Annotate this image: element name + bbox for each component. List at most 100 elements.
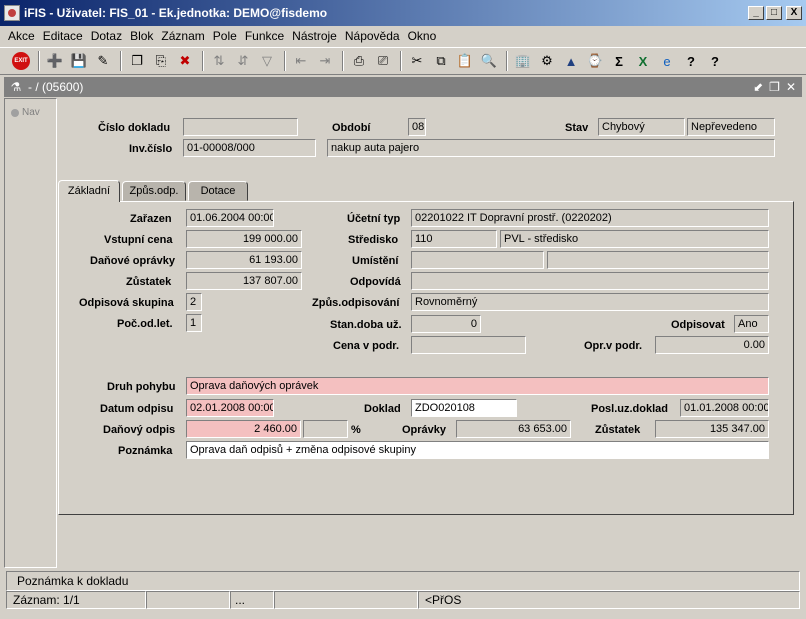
- tools-icon[interactable]: 🏢: [512, 50, 534, 72]
- nav-panel: Nav: [4, 98, 57, 568]
- settings-icon[interactable]: ⚙: [536, 50, 558, 72]
- form-icon: ⚗: [10, 80, 22, 94]
- tab-zpus-odp[interactable]: Způs.odp.: [122, 181, 186, 201]
- obdobi-field[interactable]: 08: [408, 118, 426, 136]
- tab-zakladni[interactable]: Základní: [58, 180, 120, 202]
- menu-zaznam[interactable]: Záznam: [157, 29, 208, 43]
- info-icon[interactable]: ?: [704, 50, 726, 72]
- prevod-stav-field[interactable]: Nepřevedeno: [687, 118, 775, 136]
- opr-v-podr-label: Opr.v podr.: [584, 340, 643, 352]
- druh-pohybu-field[interactable]: Oprava daňových oprávek: [186, 377, 769, 395]
- form-minimize-icon[interactable]: ⬋: [753, 80, 763, 94]
- toolbar-separator: [284, 51, 286, 71]
- copy-text-icon[interactable]: ⧉: [430, 50, 452, 72]
- poznamka-field[interactable]: Oprava daň odpisů + změna odpisové skupi…: [186, 441, 769, 459]
- duplicate-icon[interactable]: ❐: [126, 50, 148, 72]
- ucetni-typ-field[interactable]: 02201022 IT Dopravní prostř. (0220202): [411, 209, 769, 227]
- stav-field[interactable]: Chybový: [598, 118, 685, 136]
- stan-doba-field[interactable]: 0: [411, 315, 481, 333]
- procento-label: %: [351, 424, 361, 436]
- print-preview-icon[interactable]: ⎚: [372, 50, 394, 72]
- nav-dot-icon: [11, 108, 19, 117]
- doklad-field[interactable]: ZDO020108: [411, 399, 517, 417]
- umisteni-label: Umístění: [352, 255, 399, 267]
- danove-opravky-field[interactable]: 61 193.00: [186, 251, 302, 269]
- vstupni-cena-label: Vstupní cena: [104, 234, 173, 246]
- opr-v-podr-field[interactable]: 0.00: [655, 336, 769, 354]
- exit-icon: EXIT: [12, 52, 30, 70]
- umisteni-field-1[interactable]: [411, 251, 544, 269]
- maximize-button[interactable]: □: [766, 6, 782, 20]
- menu-akce[interactable]: Akce: [4, 29, 39, 43]
- procento-field[interactable]: [303, 420, 348, 438]
- stredisko-name-field[interactable]: PVL - středisko: [500, 230, 769, 248]
- triangle-icon[interactable]: ▲: [560, 50, 582, 72]
- help-icon[interactable]: ?: [680, 50, 702, 72]
- delete-record-icon[interactable]: ✖: [174, 50, 196, 72]
- cena-v-podr-field[interactable]: [411, 336, 526, 354]
- hint-bar: Poznámka k dokladu: [6, 571, 800, 591]
- movement-zustatek-label: Zůstatek: [595, 424, 641, 436]
- save-record-icon[interactable]: 💾: [68, 50, 90, 72]
- cut-icon[interactable]: ✂: [406, 50, 428, 72]
- datum-odpisu-field[interactable]: 02.01.2008 00:00: [186, 399, 274, 417]
- toolbar-separator: [400, 51, 402, 71]
- sum-icon[interactable]: Σ: [608, 50, 630, 72]
- cislo-dokladu-field[interactable]: [183, 118, 298, 136]
- umisteni-field-2[interactable]: [547, 251, 769, 269]
- odpovida-field[interactable]: [411, 272, 769, 290]
- menu-blok[interactable]: Blok: [126, 29, 157, 43]
- menu-napoveda[interactable]: Nápověda: [341, 29, 404, 43]
- inv-cislo-label: Inv.číslo: [129, 143, 173, 155]
- excel-icon[interactable]: X: [632, 50, 654, 72]
- danovy-odpis-field[interactable]: 2 460.00: [186, 420, 301, 438]
- sort-desc-icon[interactable]: ⇵: [232, 50, 254, 72]
- posl-uz-doklad-field[interactable]: 01.01.2008 00:00: [680, 399, 769, 417]
- copy-icon[interactable]: ⎘: [150, 50, 172, 72]
- posl-uz-doklad-label: Posl.uz.doklad: [591, 403, 669, 415]
- zustatek-field[interactable]: 137 807.00: [186, 272, 302, 290]
- movement-zustatek-field[interactable]: 135 347.00: [655, 420, 769, 438]
- form-title: - / (05600): [28, 80, 84, 94]
- datum-odpisu-label: Datum odpisu: [100, 403, 174, 415]
- exit-button[interactable]: EXIT: [10, 50, 32, 72]
- browser-icon[interactable]: e: [656, 50, 678, 72]
- minimize-button[interactable]: _: [748, 6, 764, 20]
- title-bar: iFIS - Uživatel: FIS_01 - Ek.jednotka: D…: [0, 0, 806, 26]
- form-close-icon[interactable]: ✕: [786, 80, 796, 94]
- next-icon[interactable]: ⇥: [314, 50, 336, 72]
- menu-okno[interactable]: Okno: [404, 29, 441, 43]
- poznamka-label: Poznámka: [118, 445, 173, 457]
- calculator-icon[interactable]: ⌚: [584, 50, 606, 72]
- zpus-odpisovani-field[interactable]: Rovnoměrný: [411, 293, 769, 311]
- tab-dotace[interactable]: Dotace: [188, 181, 248, 201]
- opravky-field[interactable]: 63 653.00: [456, 420, 571, 438]
- add-record-icon[interactable]: ➕: [44, 50, 66, 72]
- form-title-bar: ⚗ - / (05600) ⬋ ❐ ✕: [4, 77, 802, 97]
- menu-pole[interactable]: Pole: [209, 29, 241, 43]
- print-icon[interactable]: ⎙: [348, 50, 370, 72]
- clear-icon[interactable]: ✎: [92, 50, 114, 72]
- odpisova-skupina-field[interactable]: 2: [186, 293, 202, 311]
- inv-cislo-field[interactable]: 01-00008/000: [183, 139, 316, 157]
- menu-dotaz[interactable]: Dotaz: [87, 29, 126, 43]
- stredisko-code-field[interactable]: 110: [411, 230, 497, 248]
- nav-item[interactable]: Nav: [11, 107, 40, 118]
- vstupni-cena-field[interactable]: 199 000.00: [186, 230, 302, 248]
- poc-od-let-field[interactable]: 1: [186, 314, 202, 332]
- paste-icon[interactable]: 📋: [454, 50, 476, 72]
- record-counter: Záznam: 1/1: [6, 591, 146, 609]
- odpisovat-field[interactable]: Ano: [734, 315, 769, 333]
- menu-nastroje[interactable]: Nástroje: [288, 29, 341, 43]
- close-button[interactable]: X: [786, 6, 802, 20]
- zoom-icon[interactable]: 🔍: [478, 50, 500, 72]
- form-restore-icon[interactable]: ❐: [769, 80, 780, 94]
- inv-popis-field[interactable]: nakup auta pajero: [327, 139, 775, 157]
- previous-icon[interactable]: ⇤: [290, 50, 312, 72]
- cislo-dokladu-label: Číslo dokladu: [98, 122, 171, 134]
- menu-funkce[interactable]: Funkce: [241, 29, 288, 43]
- sort-asc-icon[interactable]: ⇅: [208, 50, 230, 72]
- filter-icon[interactable]: ▽: [256, 50, 278, 72]
- zarazen-field[interactable]: 01.06.2004 00:00: [186, 209, 274, 227]
- menu-editace[interactable]: Editace: [39, 29, 87, 43]
